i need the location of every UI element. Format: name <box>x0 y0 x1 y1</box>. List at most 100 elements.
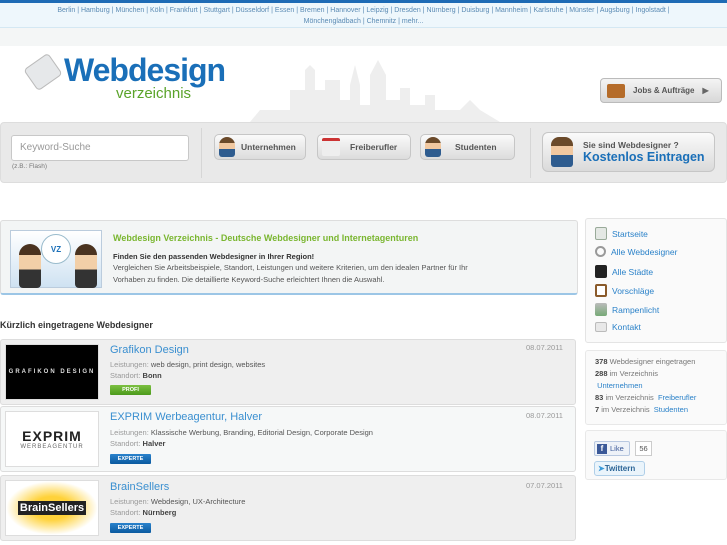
services-line: Leistungen: Webdesign, UX-Architecture <box>110 497 245 506</box>
stats-box: 378 Webdesigner eingetragen 288 im Verze… <box>585 350 727 425</box>
keyword-search-input[interactable]: Keyword-Suche <box>11 135 189 161</box>
services-value: web design, print design, websites <box>150 360 266 369</box>
jobs-button[interactable]: Jobs & Aufträge ▶ <box>600 78 722 103</box>
search-hint: (z.B.: Flash) <box>12 163 48 170</box>
city-link[interactable]: Bremen <box>300 7 325 14</box>
designer-logo[interactable]: GRAFIKON DESIGN <box>5 344 99 400</box>
services-value: Webdesign, UX-Architecture <box>150 497 246 506</box>
location-label: Standort: <box>110 508 141 517</box>
designer-logo[interactable]: EXPRIM WERBEAGENTUR <box>5 411 99 467</box>
city-link[interactable]: Berlin <box>57 7 75 14</box>
register-free-button[interactable]: Sie sind Webdesigner ? Kostenlos Eintrag… <box>542 132 715 172</box>
city-link[interactable]: Mannheim <box>495 7 528 14</box>
city-link[interactable]: Chemnitz <box>367 18 397 25</box>
skyline-graphic <box>250 60 500 122</box>
magnifier-icon <box>595 246 606 257</box>
companies-link[interactable]: Unternehmen <box>597 381 642 390</box>
nav-kontakt[interactable]: Kontakt <box>595 322 641 332</box>
city-link[interactable]: Köln <box>150 7 164 14</box>
designer-name-link[interactable]: Grafikon Design <box>110 344 189 356</box>
city-links-bar: Berlin | Hamburg | München | Köln | Fran… <box>0 0 727 28</box>
person-icon <box>219 137 235 157</box>
designer-name-link[interactable]: EXPRIM Werbeagentur, Halver <box>110 411 262 423</box>
intro-illustration: VZ <box>10 230 102 288</box>
nav-vorschlaege[interactable]: Vorschläge <box>595 284 654 297</box>
nav-label: Kontakt <box>612 322 641 332</box>
total-count: 378 <box>595 357 608 366</box>
nav-label: Alle Städte <box>612 266 654 277</box>
level-badge: EXPERTE <box>110 523 151 533</box>
services-line: Leistungen: web design, print design, we… <box>110 360 265 369</box>
person-add-icon <box>551 137 573 167</box>
in-dir-label: im Verzeichnis <box>605 393 654 402</box>
location-line: Standort: Bonn <box>110 371 162 380</box>
city-link[interactable]: Leipzig <box>366 7 388 14</box>
intro-text: Vergleichen Sie Arbeitsbeispiele, Stando… <box>113 263 468 284</box>
in-dir-label: im Verzeichnis <box>609 369 658 378</box>
freelancers-count: 83 <box>595 393 604 402</box>
buildings-icon <box>595 265 607 278</box>
separator: | <box>665 7 670 14</box>
facebook-icon: f <box>597 443 607 454</box>
register-question: Sie sind Webdesigner ? <box>583 140 679 150</box>
clipboard-icon <box>595 284 607 297</box>
city-link[interactable]: Karlsruhe <box>534 7 564 14</box>
entry-date: 07.07.2011 <box>526 481 563 490</box>
students-link[interactable]: Studenten <box>654 405 688 414</box>
arrow-right-icon: ▶ <box>702 86 709 95</box>
services-value: Klassische Werbung, Branding, Editorial … <box>150 428 373 437</box>
category-label: Studenten <box>455 142 497 152</box>
city-link[interactable]: Hannover <box>330 7 360 14</box>
city-link[interactable]: Duisburg <box>461 7 489 14</box>
logo-text: GRAFIKON DESIGN <box>8 369 96 375</box>
level-badge: EXPERTE <box>110 454 151 464</box>
freelancers-link[interactable]: Freiberufler <box>658 393 696 402</box>
city-link[interactable]: Nürnberg <box>426 7 455 14</box>
city-link[interactable]: Düsseldorf <box>236 7 269 14</box>
total-label: Webdesigner eingetragen <box>609 357 696 366</box>
tag-icon <box>23 52 63 92</box>
city-link[interactable]: Mönchengladbach <box>304 18 361 25</box>
designer-logo[interactable]: BrainSellers <box>5 480 99 536</box>
location-line: Standort: Halver <box>110 439 165 448</box>
designer-name-link[interactable]: BrainSellers <box>110 481 169 493</box>
entry-date: 08.07.2011 <box>526 343 563 352</box>
divider <box>530 128 531 178</box>
register-label: Kostenlos Eintragen <box>583 150 705 164</box>
category-freiberufler-button[interactable]: Freiberufler <box>317 134 411 160</box>
entry-date: 08.07.2011 <box>526 411 563 420</box>
city-link[interactable]: Münster <box>569 7 594 14</box>
students-count: 7 <box>595 405 600 414</box>
speech-bubble-logo: VZ <box>41 234 71 264</box>
nav-rampenlicht[interactable]: Rampenlicht <box>595 303 659 316</box>
divider <box>201 128 202 178</box>
city-link[interactable]: München <box>116 7 145 14</box>
city-link[interactable]: Dresden <box>394 7 420 14</box>
city-link[interactable]: Frankfurt <box>170 7 198 14</box>
nav-alle-staedte[interactable]: Alle Städte <box>595 265 653 278</box>
logo-subtext: WERBEAGENTUR <box>20 444 84 450</box>
city-link[interactable]: Stuttgart <box>203 7 229 14</box>
tweet-label: Twittern <box>604 464 636 473</box>
facebook-like-button[interactable]: f Like <box>594 441 630 456</box>
category-studenten-button[interactable]: Studenten <box>420 134 515 160</box>
city-link[interactable]: mehr... <box>402 18 423 25</box>
student-icon <box>425 137 441 157</box>
intro-title: Webdesign Verzeichnis - Deutsche Webdesi… <box>113 233 419 243</box>
services-label: Leistungen: <box>110 360 149 369</box>
site-logo[interactable]: Webdesign verzeichnis <box>23 52 228 105</box>
twitter-button[interactable]: ➤Twittern <box>594 461 645 476</box>
logo-text: BrainSellers <box>17 501 87 515</box>
like-label: Like <box>610 444 624 453</box>
nav-label: Vorschläge <box>612 285 655 296</box>
city-link[interactable]: Essen <box>275 7 294 14</box>
city-link[interactable]: Ingolstadt <box>636 7 666 14</box>
nav-label: Rampenlicht <box>612 304 660 315</box>
logo-text: Webdesign <box>64 52 226 88</box>
person-icon <box>75 244 97 288</box>
city-link[interactable]: Augsburg <box>600 7 630 14</box>
city-link[interactable]: Hamburg <box>81 7 110 14</box>
category-unternehmen-button[interactable]: Unternehmen <box>214 134 306 160</box>
nav-alle-webdesigner[interactable]: Alle Webdesigner <box>595 246 677 257</box>
nav-startseite[interactable]: Startseite <box>595 227 648 240</box>
